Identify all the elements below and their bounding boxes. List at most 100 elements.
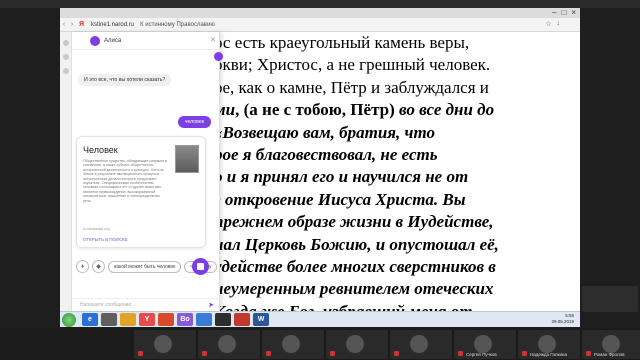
address-icons: ☆ ↓ <box>545 20 560 28</box>
mic-muted-icon <box>266 351 271 356</box>
download-icon[interactable]: ↓ <box>557 20 561 28</box>
article-line: Когда же Бог, избравший меня от <box>214 301 580 311</box>
address-bar: ‹ › Я kstine1.narod.ru К истинному Право… <box>60 18 580 32</box>
participant-tile[interactable] <box>326 330 388 359</box>
stop-icon <box>197 263 204 270</box>
card-source[interactable]: ru.wikipedia.org <box>83 227 110 231</box>
start-button[interactable] <box>62 312 76 327</box>
article-line: неумеренным ревнителем отеческих <box>214 278 580 300</box>
alice-avatar <box>90 35 100 46</box>
article-text-run: ркви; Христос, а не грешный человек. <box>214 55 491 75</box>
article-line: удействе более многих сверстников в <box>214 256 580 278</box>
article-line: прежнем образе жизни в Иудействе, <box>214 211 580 233</box>
maximize-icon[interactable]: □ <box>561 8 566 17</box>
open-in-search-link[interactable]: ОТКРЫТЬ В ПОИСКЕ <box>83 237 128 242</box>
card-text: Общественное существо, обладающее разумо… <box>83 159 167 203</box>
message-input[interactable]: Напишите сообщение... ➤ <box>72 298 220 311</box>
thumbs-down-icon[interactable]: ◆ <box>92 260 105 273</box>
article-text-run: во все дни до <box>399 100 495 120</box>
alice-toggle-icon[interactable] <box>214 52 223 61</box>
suggestion-chip[interactable]: какой может быть человек <box>108 260 182 273</box>
clock-date: 29.05.2019 <box>551 319 574 324</box>
participant-tile[interactable]: Сергей Пучков <box>454 330 516 359</box>
taskbar-app-icon[interactable] <box>158 313 174 326</box>
participants-strip: Сергей Пучков Надежда Галкина Роман Фролов <box>0 328 640 360</box>
taskbar-app-icon[interactable] <box>120 313 136 326</box>
mic-muted-icon <box>394 351 399 356</box>
screen: – □ × ‹ › Я kstine1.narod.ru К истинному… <box>0 0 640 360</box>
card-title: Человек <box>83 145 118 155</box>
mic-muted-icon <box>138 351 143 356</box>
browser-logo[interactable]: Я <box>79 21 84 28</box>
article-line: з откровение Иисуса Христа. Вы <box>214 189 580 211</box>
tab-row: – □ × <box>60 8 580 18</box>
mic-muted-icon <box>458 351 463 356</box>
taskbar-app-icon[interactable]: e <box>82 313 98 326</box>
participant-video <box>538 335 556 353</box>
voice-button[interactable] <box>192 258 209 275</box>
participant-tile[interactable] <box>390 330 452 359</box>
article-text-run: прежнем образе жизни в Иудействе, <box>214 212 494 232</box>
article-text-run: з откровение Иисуса Христа. Вы <box>214 189 466 209</box>
participant-tile[interactable]: Надежда Галкина <box>518 330 580 359</box>
article-line: о и я принял его и научился не от <box>214 166 580 188</box>
user-message: человек <box>177 116 211 128</box>
thumbs-up-icon[interactable]: ♦ <box>76 260 89 273</box>
taskbar-app-icon[interactable] <box>234 313 250 326</box>
alice-header: Алиса ✕ <box>72 32 220 50</box>
participant-video <box>346 335 364 353</box>
close-icon[interactable]: ✕ <box>210 36 216 44</box>
participant-tile[interactable] <box>134 330 196 359</box>
sidebar-dot-icon[interactable] <box>62 54 69 60</box>
close-icon[interactable]: × <box>571 8 576 17</box>
participant-tile[interactable]: Роман Фролов <box>582 330 640 359</box>
participant-tile[interactable] <box>198 330 260 359</box>
send-icon[interactable]: ➤ <box>208 301 214 309</box>
self-video-tile <box>582 286 638 312</box>
participant-name: Роман Фролов <box>594 352 625 357</box>
article-text-run: ос есть краеугольный камень веры, <box>214 33 470 52</box>
participant-video <box>154 335 172 353</box>
taskbar-app-icon[interactable] <box>215 313 231 326</box>
card-image <box>175 145 199 173</box>
taskbar-app-icon[interactable] <box>196 313 212 326</box>
article-text-run: о и я принял его и научился не от <box>214 167 469 187</box>
article-text-run: Когда же Бог, избравший меня от <box>214 302 473 311</box>
back-icon[interactable]: ‹ <box>60 21 68 28</box>
article-text: ос есть краеугольный камень веры, ркви; Х… <box>210 32 580 311</box>
article-text-run: удействе более многих сверстников в <box>214 256 496 276</box>
article-line: ре, как о камне, Пётр и заблуждался и <box>214 77 580 99</box>
participant-video <box>474 335 492 353</box>
mic-muted-icon <box>522 351 527 356</box>
article-line: рое я благовествовал, не есть <box>214 144 580 166</box>
participant-tile[interactable] <box>262 330 324 359</box>
article-line: нал Церковь Божию, и опустошал её, <box>214 234 580 256</box>
taskbar: e Y Bo W 5:55 29.05.2019 <box>60 311 580 327</box>
window-controls: – □ × <box>552 8 576 17</box>
sidebar-rail <box>60 32 72 311</box>
article-line: ми, (а не с тобою, Пётр) во все дни до <box>214 99 580 121</box>
forward-icon[interactable]: › <box>68 21 76 28</box>
clock[interactable]: 5:55 29.05.2019 <box>551 313 574 325</box>
taskbar-icons: e Y Bo W <box>82 313 269 326</box>
top-strip <box>0 0 640 8</box>
taskbar-app-icon[interactable] <box>101 313 117 326</box>
sidebar-dot-icon[interactable] <box>62 40 69 46</box>
mic-muted-icon <box>330 351 335 356</box>
taskbar-app-icon[interactable]: W <box>253 313 269 326</box>
answer-card[interactable]: Человек Общественное существо, обладающе… <box>76 136 206 248</box>
taskbar-app-icon[interactable]: Y <box>139 313 155 326</box>
bookmark-icon[interactable]: ☆ <box>545 20 551 28</box>
sidebar-dot-icon[interactable] <box>62 68 69 74</box>
url-text[interactable]: kstine1.narod.ru <box>91 22 134 28</box>
participant-video <box>410 335 428 353</box>
alice-name: Алиса <box>104 37 122 44</box>
participant-video <box>282 335 300 353</box>
article-text-run: рое я благовествовал, не есть <box>214 144 438 164</box>
participant-name: Надежда Галкина <box>530 352 568 357</box>
article-text-run: неумеренным ревнителем отеческих <box>214 279 494 299</box>
participant-name: Сергей Пучков <box>466 352 497 357</box>
taskbar-app-icon[interactable]: Bo <box>177 313 193 326</box>
minimize-icon[interactable]: – <box>552 8 556 17</box>
article-text-run: , (а не с тобою, Пётр) <box>235 100 399 120</box>
